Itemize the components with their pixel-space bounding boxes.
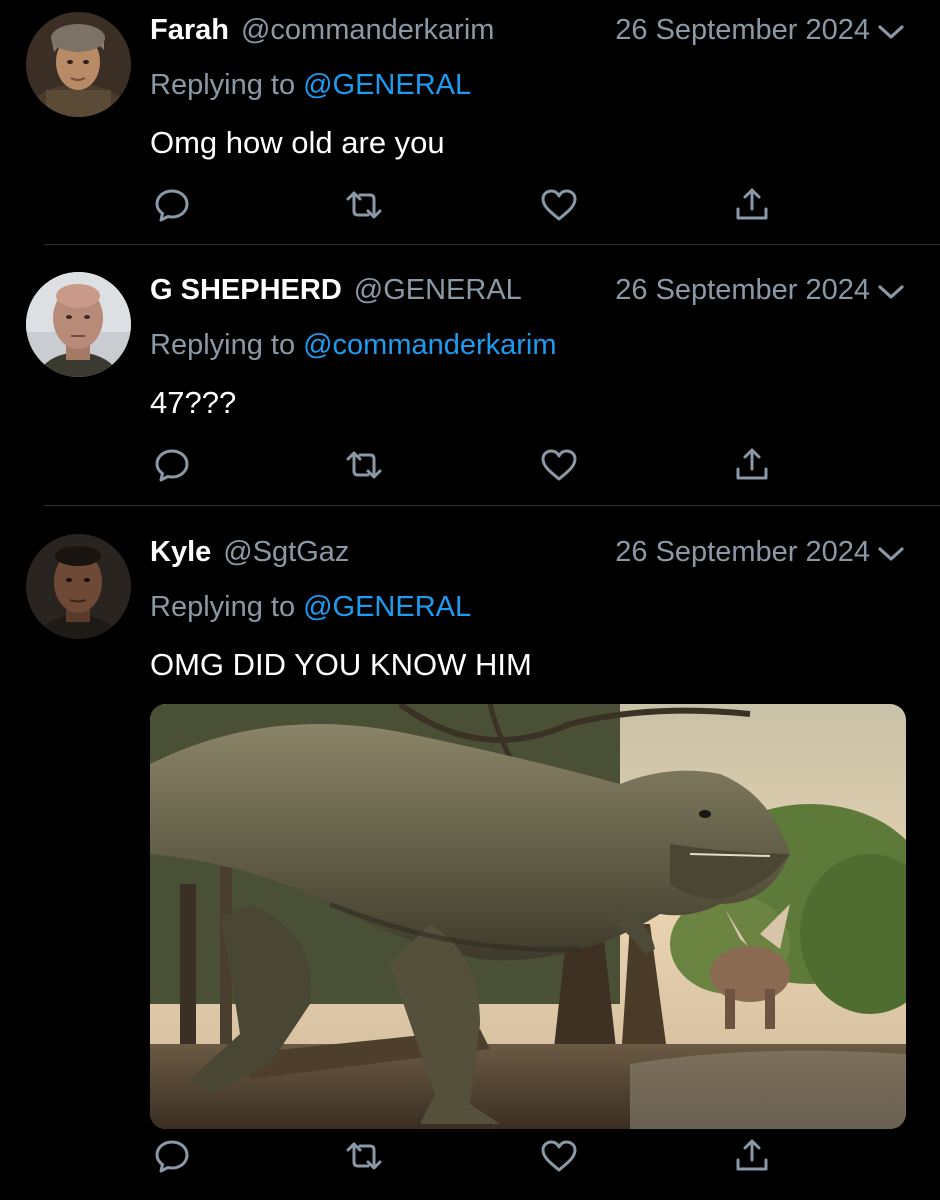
share-icon (736, 188, 768, 220)
like-icon (541, 1140, 577, 1172)
retweet-button[interactable] (342, 1136, 386, 1176)
avatar[interactable] (26, 272, 131, 377)
avatar-image (26, 272, 131, 377)
tweet-text: OMG DID YOU KNOW HIM (150, 647, 532, 682)
replying-to: Replying to @commanderkarim (150, 327, 557, 363)
user-handle[interactable]: @commanderkarim (241, 14, 494, 46)
retweet-icon (346, 451, 382, 479)
name-line: Kyle @SgtGaz (150, 534, 349, 570)
tweet-date: 26 September 2024 (615, 14, 870, 46)
reply-icon (155, 1140, 189, 1173)
dinosaur-illustration (150, 704, 906, 1129)
tweet-date: 26 September 2024 (615, 536, 870, 568)
tweet[interactable]: Kyle @SgtGaz 26 September 2024 Replying t… (0, 534, 940, 1194)
replying-prefix: Replying to (150, 591, 296, 623)
replying-to: Replying to @GENERAL (150, 589, 471, 625)
reply-icon (155, 449, 189, 482)
retweet-button[interactable] (342, 185, 386, 225)
divider (44, 505, 940, 506)
replying-prefix: Replying to (150, 69, 296, 101)
replying-prefix: Replying to (150, 329, 296, 361)
replying-to-handle[interactable]: @GENERAL (303, 69, 471, 101)
like-button[interactable] (537, 185, 581, 225)
chevron-down-icon[interactable] (876, 282, 906, 302)
avatar[interactable] (26, 534, 131, 639)
action-bar (150, 1136, 790, 1176)
avatar[interactable] (26, 12, 131, 117)
user-handle[interactable]: @SgtGaz (223, 536, 349, 568)
tweet[interactable]: Farah @commanderkarim 26 September 2024 R… (0, 12, 940, 244)
share-icon (736, 1139, 768, 1171)
avatar-image (26, 12, 131, 117)
share-button[interactable] (730, 1136, 774, 1176)
name-line: G SHEPHERD @GENERAL (150, 272, 522, 308)
share-button[interactable] (730, 445, 774, 485)
reply-button[interactable] (150, 1136, 194, 1176)
chevron-down-icon[interactable] (876, 22, 906, 42)
replying-to: Replying to @GENERAL (150, 67, 471, 103)
retweet-icon (346, 1142, 382, 1170)
name-line: Farah @commanderkarim (150, 12, 494, 48)
share-icon (736, 448, 768, 480)
tweet-text: 47??? (150, 385, 237, 420)
action-bar (150, 185, 790, 225)
like-icon (541, 189, 577, 221)
reply-icon (155, 189, 189, 222)
retweet-button[interactable] (342, 445, 386, 485)
reply-button[interactable] (150, 445, 194, 485)
like-icon (541, 449, 577, 481)
user-handle[interactable]: @GENERAL (354, 274, 522, 306)
display-name[interactable]: G SHEPHERD (150, 274, 342, 306)
chevron-down-icon[interactable] (876, 544, 906, 564)
replying-to-handle[interactable]: @commanderkarim (303, 329, 556, 361)
display-name[interactable]: Kyle (150, 536, 211, 568)
replying-to-handle[interactable]: @GENERAL (303, 591, 471, 623)
tweet-text: Omg how old are you (150, 125, 445, 160)
action-bar (150, 445, 790, 485)
display-name[interactable]: Farah (150, 14, 229, 46)
tweet-date: 26 September 2024 (615, 274, 870, 306)
share-button[interactable] (730, 185, 774, 225)
reply-button[interactable] (150, 185, 194, 225)
like-button[interactable] (537, 445, 581, 485)
avatar-image (26, 534, 131, 639)
tweet[interactable]: G SHEPHERD @GENERAL 26 September 2024 Rep… (0, 272, 940, 504)
retweet-icon (346, 191, 382, 219)
tweet-media[interactable] (150, 704, 906, 1129)
divider (44, 244, 940, 245)
like-button[interactable] (537, 1136, 581, 1176)
